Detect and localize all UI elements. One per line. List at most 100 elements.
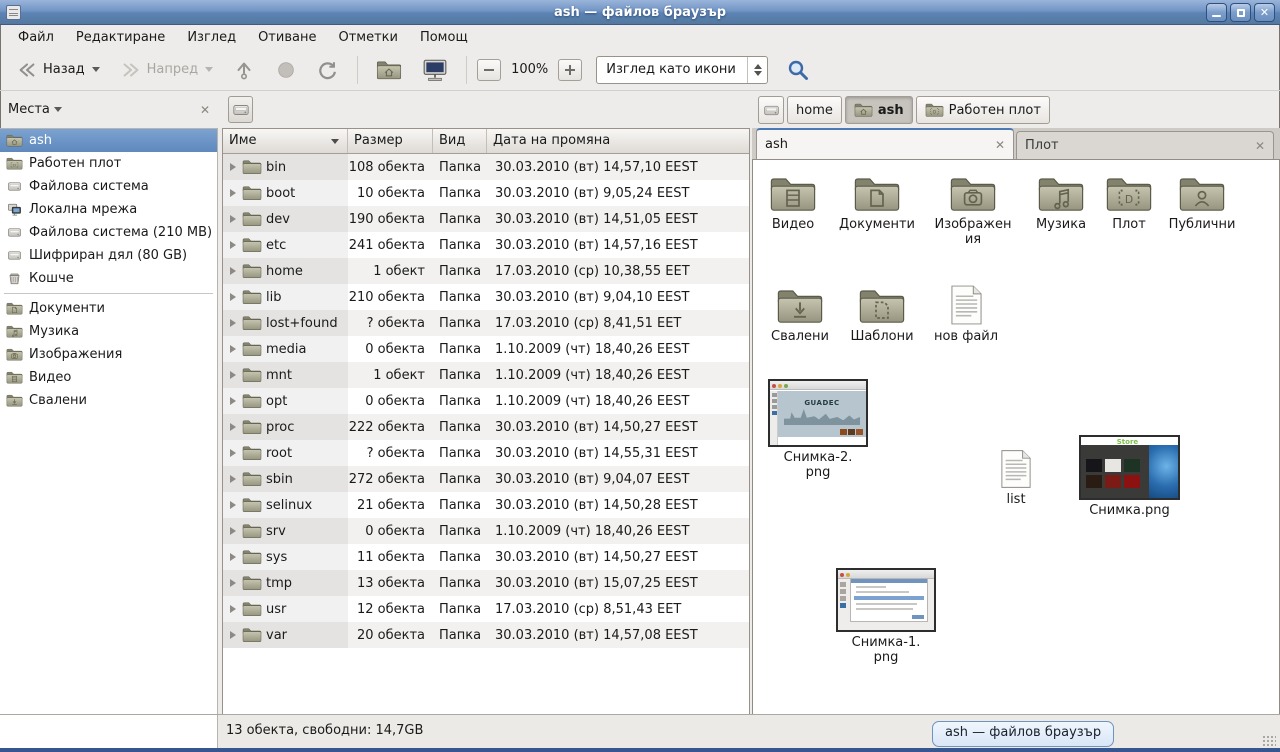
- expander-icon[interactable]: [230, 423, 236, 431]
- sidebar-item-filesystem-210mb[interactable]: Файлова система (210 MB): [0, 221, 217, 244]
- table-row[interactable]: proc 222 обекта Папка 30.03.2010 (вт) 14…: [223, 414, 749, 440]
- sidebar-item-network[interactable]: Локална мрежа: [0, 198, 217, 221]
- menu-go[interactable]: Отиване: [248, 28, 326, 47]
- table-row[interactable]: usr 12 обекта Папка 17.03.2010 (ср) 8,51…: [223, 596, 749, 622]
- expander-icon[interactable]: [230, 319, 236, 327]
- column-header-name[interactable]: Име: [223, 129, 348, 153]
- expander-icon[interactable]: [230, 163, 236, 171]
- close-button[interactable]: ✕: [1254, 3, 1275, 22]
- breadcrumb-current-button[interactable]: ash: [845, 96, 913, 124]
- file-item-snimka1[interactable]: Снимка-1.png: [836, 568, 936, 666]
- menu-view[interactable]: Изглед: [177, 28, 246, 47]
- back-history-chevron-icon[interactable]: [92, 67, 100, 72]
- computer-button[interactable]: [414, 54, 456, 86]
- zoom-out-button[interactable]: [477, 59, 501, 81]
- table-row[interactable]: bin 108 обекта Папка 30.03.2010 (вт) 14,…: [223, 154, 749, 180]
- minimize-button[interactable]: [1206, 3, 1227, 22]
- sidebar-item-desktop[interactable]: Работен плот: [0, 152, 217, 175]
- expander-icon[interactable]: [230, 579, 236, 587]
- expander-icon[interactable]: [230, 293, 236, 301]
- home-button[interactable]: [368, 54, 410, 86]
- file-item-list[interactable]: list: [974, 449, 1058, 508]
- back-button[interactable]: Назад: [8, 54, 108, 86]
- up-button[interactable]: [225, 54, 263, 86]
- expander-icon[interactable]: [230, 475, 236, 483]
- menu-help[interactable]: Помощ: [410, 28, 478, 47]
- maximize-button[interactable]: [1230, 3, 1251, 22]
- column-header-date[interactable]: Дата на промяна: [487, 129, 749, 153]
- expander-icon[interactable]: [230, 215, 236, 223]
- folder-item-video[interactable]: Видео: [755, 174, 831, 233]
- sidebar-item-encrypted-80gb[interactable]: Шифриран дял (80 GB): [0, 244, 217, 267]
- reload-button[interactable]: [309, 54, 347, 86]
- tab-close-icon[interactable]: ✕: [1255, 139, 1265, 153]
- folder-item-documents[interactable]: Документи: [830, 174, 924, 233]
- folder-item-pictures[interactable]: Изображения: [931, 174, 1015, 248]
- table-row[interactable]: etc 241 обекта Папка 30.03.2010 (вт) 14,…: [223, 232, 749, 258]
- expander-icon[interactable]: [230, 267, 236, 275]
- tab-close-icon[interactable]: ✕: [995, 138, 1005, 152]
- sidebar-item-downloads[interactable]: Свалени: [0, 389, 217, 412]
- table-row[interactable]: lost+found ? обекта Папка 17.03.2010 (ср…: [223, 310, 749, 336]
- menu-edit[interactable]: Редактиране: [66, 28, 175, 47]
- sidebar-item-ash[interactable]: ash: [0, 129, 217, 152]
- zoom-in-button[interactable]: [558, 59, 582, 81]
- expander-icon[interactable]: [230, 241, 236, 249]
- breadcrumb-home-button[interactable]: home: [787, 96, 842, 124]
- sidebar-item-trash[interactable]: Кошче: [0, 267, 217, 290]
- table-row[interactable]: home 1 обект Папка 17.03.2010 (ср) 10,38…: [223, 258, 749, 284]
- forward-button[interactable]: Напред: [112, 54, 221, 86]
- folder-item-templates[interactable]: Шаблони: [840, 286, 924, 345]
- table-row[interactable]: media 0 обекта Папка 1.10.2009 (чт) 18,4…: [223, 336, 749, 362]
- expander-icon[interactable]: [230, 397, 236, 405]
- view-mode-select[interactable]: Изглед като икони: [596, 56, 768, 84]
- expander-icon[interactable]: [230, 449, 236, 457]
- table-row[interactable]: lib 210 обекта Папка 30.03.2010 (вт) 9,0…: [223, 284, 749, 310]
- folder-item-desktop[interactable]: Плот: [1092, 174, 1166, 233]
- tab-ash[interactable]: ash ✕: [756, 128, 1014, 159]
- breadcrumb-desktop-button[interactable]: Работен плот: [916, 96, 1050, 124]
- search-button[interactable]: [778, 54, 818, 86]
- titlebar[interactable]: ash — файлов браузър ✕: [0, 0, 1280, 25]
- table-row[interactable]: opt 0 обекта Папка 1.10.2009 (чт) 18,40,…: [223, 388, 749, 414]
- table-row[interactable]: tmp 13 обекта Папка 30.03.2010 (вт) 15,0…: [223, 570, 749, 596]
- breadcrumb-root-button[interactable]: [758, 96, 784, 124]
- expander-icon[interactable]: [230, 605, 236, 613]
- table-row[interactable]: var 20 обекта Папка 30.03.2010 (вт) 14,5…: [223, 622, 749, 648]
- table-row[interactable]: root ? обекта Папка 30.03.2010 (вт) 14,5…: [223, 440, 749, 466]
- tab-plot[interactable]: Плот ✕: [1016, 131, 1274, 159]
- view-mode-stepper[interactable]: [747, 57, 767, 83]
- folder-item-downloads[interactable]: Свалени: [758, 286, 842, 345]
- expander-icon[interactable]: [230, 553, 236, 561]
- sidebar-item-music[interactable]: Музика: [0, 320, 217, 343]
- column-header-type[interactable]: Вид: [433, 129, 487, 153]
- file-item-new-file[interactable]: нов файл: [924, 284, 1008, 345]
- sidebar-item-documents[interactable]: Документи: [0, 297, 217, 320]
- places-chevron-icon[interactable]: [54, 107, 62, 112]
- expander-icon[interactable]: [230, 371, 236, 379]
- sidebar-item-filesystem[interactable]: Файлова система: [0, 175, 217, 198]
- expander-icon[interactable]: [230, 527, 236, 535]
- places-title[interactable]: Места: [8, 102, 50, 117]
- table-row[interactable]: mnt 1 обект Папка 1.10.2009 (чт) 18,40,2…: [223, 362, 749, 388]
- table-row[interactable]: dev 190 обекта Папка 30.03.2010 (вт) 14,…: [223, 206, 749, 232]
- column-header-size[interactable]: Размер: [348, 129, 433, 153]
- expander-icon[interactable]: [230, 345, 236, 353]
- expander-icon[interactable]: [230, 501, 236, 509]
- menu-bookmarks[interactable]: Отметки: [328, 28, 407, 47]
- file-item-snimka[interactable]: GNOME Store Снимка.png: [1079, 435, 1180, 519]
- table-row[interactable]: sys 11 обекта Папка 30.03.2010 (вт) 14,5…: [223, 544, 749, 570]
- file-item-snimka2[interactable]: GUADEC Снимка-2.png: [768, 379, 868, 481]
- table-row[interactable]: sbin 272 обекта Папка 30.03.2010 (вт) 9,…: [223, 466, 749, 492]
- places-close-icon[interactable]: ✕: [200, 103, 210, 117]
- expander-icon[interactable]: [230, 631, 236, 639]
- folder-item-public[interactable]: Публични: [1158, 174, 1246, 233]
- table-row[interactable]: boot 10 обекта Папка 30.03.2010 (вт) 9,0…: [223, 180, 749, 206]
- table-row[interactable]: selinux 21 обекта Папка 30.03.2010 (вт) …: [223, 492, 749, 518]
- left-pane-root-button[interactable]: [228, 96, 253, 123]
- sidebar-item-video[interactable]: Видео: [0, 366, 217, 389]
- table-row[interactable]: srv 0 обекта Папка 1.10.2009 (чт) 18,40,…: [223, 518, 749, 544]
- expander-icon[interactable]: [230, 189, 236, 197]
- resize-grip[interactable]: [1262, 735, 1276, 746]
- sidebar-item-pictures[interactable]: Изображения: [0, 343, 217, 366]
